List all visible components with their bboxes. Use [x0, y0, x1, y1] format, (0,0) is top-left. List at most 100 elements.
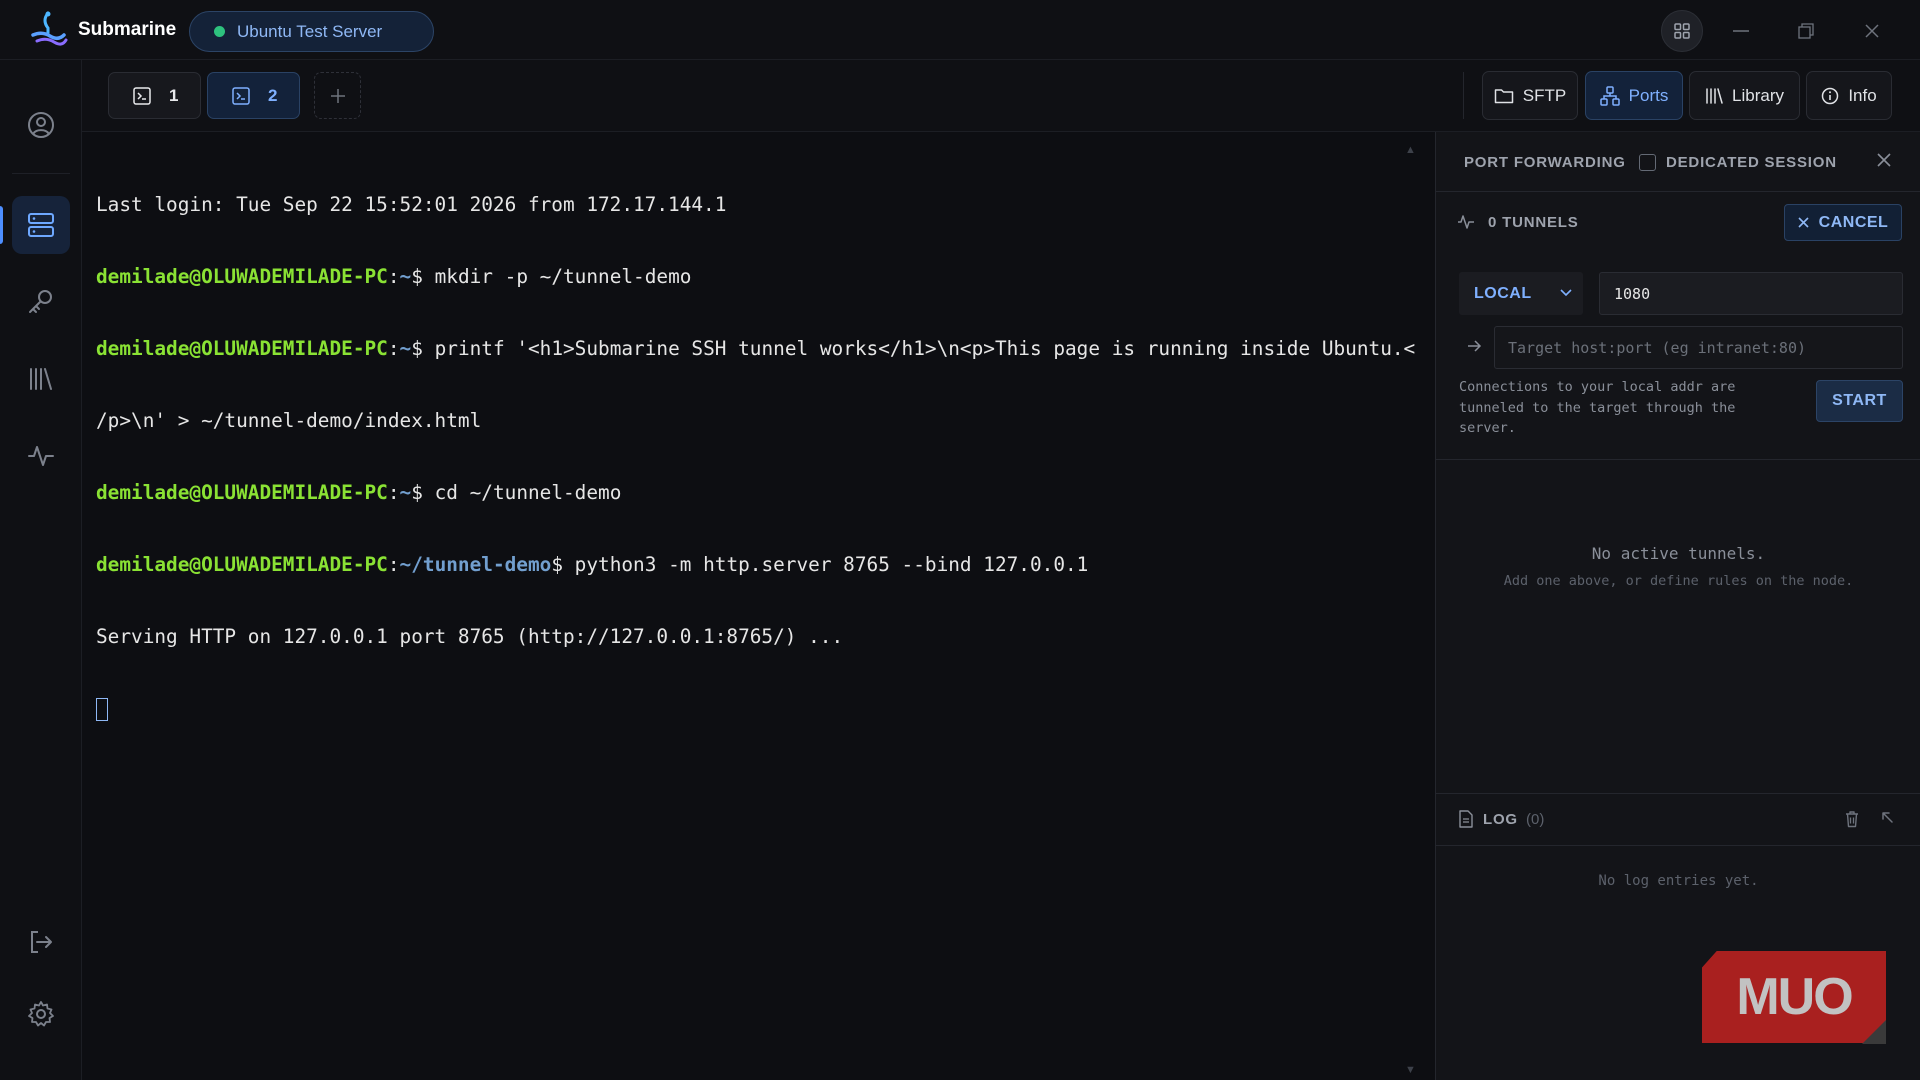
library-icon [1706, 87, 1723, 104]
log-empty-text: No log entries yet. [1598, 873, 1759, 889]
server-selector[interactable]: Ubuntu Test Server [189, 11, 434, 52]
cancel-label: CANCEL [1818, 213, 1889, 231]
tab-label: 1 [169, 85, 179, 105]
minimize-button[interactable] [1720, 10, 1762, 52]
library-icon [30, 368, 52, 390]
gear-icon [28, 1001, 54, 1027]
terminal-icon [232, 86, 250, 105]
sidebar-active-indicator [0, 206, 3, 244]
command-text: mkdir -p ~/tunnel-demo [422, 265, 692, 288]
command-text: cd ~/tunnel-demo [422, 481, 622, 504]
sftp-button[interactable]: SFTP [1482, 71, 1578, 120]
sidebar-item-library[interactable] [12, 350, 70, 408]
prompt-user: demilade@OLUWADEMILADE-PC [96, 265, 388, 288]
output-text: Serving HTTP on 127.0.0.1 port 8765 (htt… [96, 625, 844, 648]
terminal-output[interactable]: Last login: Tue Sep 22 15:52:01 2026 fro… [82, 132, 1435, 1080]
app-name: Submarine [78, 19, 177, 40]
log-title: LOG [1483, 811, 1518, 828]
target-host-input[interactable]: Target host:port (eg intranet:80) [1494, 326, 1903, 369]
sftp-label: SFTP [1522, 85, 1567, 105]
output-text: /p>\n' > ~/tunnel-demo/index.html [96, 409, 482, 432]
terminal-tab-1[interactable]: 1 [108, 72, 201, 119]
log-header: LOG (0) [1436, 793, 1920, 846]
prompt-path: ~ [399, 481, 412, 504]
close-panel-button[interactable] [1877, 150, 1891, 173]
sidebar-item-keys[interactable] [12, 273, 70, 331]
terminal-line: demilade@OLUWADEMILADE-PC:~$ printf '<h1… [96, 337, 1416, 360]
close-icon [1877, 153, 1891, 167]
forward-mode-select[interactable]: LOCAL [1459, 272, 1583, 315]
output-text: Last login: Tue Sep 22 15:52:01 2026 fro… [96, 193, 727, 216]
terminal-line: /p>\n' > ~/tunnel-demo/index.html [96, 409, 1435, 433]
close-window-button[interactable] [1851, 10, 1893, 52]
arrow-right-icon [1468, 340, 1482, 352]
info-label: Info [1848, 85, 1877, 105]
prompt-user: demilade@OLUWADEMILADE-PC [96, 481, 388, 504]
dedicated-session-checkbox[interactable] [1639, 154, 1656, 171]
prompt-path: ~ [399, 265, 412, 288]
command-text: printf '<h1>Submarine SSH tunnel works</… [422, 337, 1416, 360]
restore-icon [1798, 23, 1814, 39]
trash-icon[interactable] [1844, 810, 1860, 828]
scroll-up-arrow[interactable]: ▲ [1405, 144, 1416, 156]
ports-button[interactable]: Ports [1585, 71, 1683, 120]
tab-label: 2 [268, 85, 278, 105]
sidebar-item-activity[interactable] [12, 427, 70, 485]
layout-grid-button[interactable] [1661, 10, 1703, 52]
server-icon [28, 213, 54, 237]
watermark-logo: MUO [1702, 951, 1886, 1043]
terminal-line: Serving HTTP on 127.0.0.1 port 8765 (htt… [96, 625, 1435, 649]
tunnel-count: 0 TUNNELS [1488, 214, 1579, 231]
grid-icon [1674, 23, 1690, 39]
dedicated-session-label[interactable]: DEDICATED SESSION [1666, 154, 1837, 171]
terminal-line: demilade@OLUWADEMILADE-PC:~$ mkdir -p ~/… [96, 265, 692, 288]
log-count: (0) [1526, 811, 1545, 828]
terminal-line: Last login: Tue Sep 22 15:52:01 2026 fro… [96, 193, 1435, 217]
close-icon [1865, 24, 1879, 38]
prompt-path: ~ [399, 337, 412, 360]
key-icon [29, 290, 52, 313]
sidebar-item-servers[interactable] [12, 196, 70, 254]
ports-label: Ports [1628, 85, 1669, 105]
maximize-button[interactable] [1785, 10, 1827, 52]
close-icon [1798, 217, 1809, 228]
port-forwarding-panel: PORT FORWARDING DEDICATED SESSION 0 TUNN… [1435, 132, 1920, 1080]
terminal-line: demilade@OLUWADEMILADE-PC:~$ cd ~/tunnel… [96, 481, 622, 504]
toolbar-divider [1463, 72, 1464, 119]
panel-title: PORT FORWARDING [1464, 154, 1626, 171]
prompt-path: ~/tunnel-demo [399, 553, 552, 576]
empty-tunnels-subtitle: Add one above, or define rules on the no… [1503, 573, 1854, 589]
logout-icon [31, 931, 52, 953]
panel-header: PORT FORWARDING DEDICATED SESSION [1436, 132, 1920, 192]
expand-icon[interactable] [1880, 810, 1896, 826]
terminal-line: demilade@OLUWADEMILADE-PC:~/tunnel-demo$… [96, 553, 1089, 576]
server-name: Ubuntu Test Server [237, 21, 383, 41]
sidebar-item-logout[interactable] [12, 913, 70, 971]
sidebar-item-settings[interactable] [12, 985, 70, 1043]
info-button[interactable]: Info [1806, 71, 1892, 120]
activity-icon [1458, 215, 1474, 229]
sidebar [0, 60, 82, 1080]
document-icon [1459, 810, 1473, 828]
library-label: Library [1732, 85, 1784, 105]
start-button[interactable]: START [1816, 380, 1903, 422]
library-button[interactable]: Library [1689, 71, 1800, 120]
info-icon [1822, 87, 1839, 104]
mode-value: LOCAL [1474, 284, 1532, 302]
form-divider [1436, 459, 1920, 460]
cancel-button[interactable]: CANCEL [1784, 204, 1902, 241]
local-port-input[interactable]: 1080 [1599, 272, 1903, 315]
prompt-user: demilade@OLUWADEMILADE-PC [96, 553, 388, 576]
tab-bar: 1 2 SFTP Ports Library Info [82, 60, 1920, 132]
network-icon [1599, 85, 1620, 106]
scroll-down-arrow[interactable]: ▼ [1405, 1064, 1416, 1076]
add-tab-button[interactable] [314, 72, 361, 119]
sidebar-item-profile[interactable] [12, 96, 70, 154]
terminal-cursor [96, 698, 108, 721]
minimize-icon [1733, 30, 1749, 32]
command-text: python3 -m http.server 8765 --bind 127.0… [563, 553, 1089, 576]
terminal-tab-2[interactable]: 2 [207, 72, 300, 119]
terminal-line [96, 697, 1435, 721]
activity-icon [28, 446, 54, 466]
chevron-down-icon [1560, 289, 1572, 297]
